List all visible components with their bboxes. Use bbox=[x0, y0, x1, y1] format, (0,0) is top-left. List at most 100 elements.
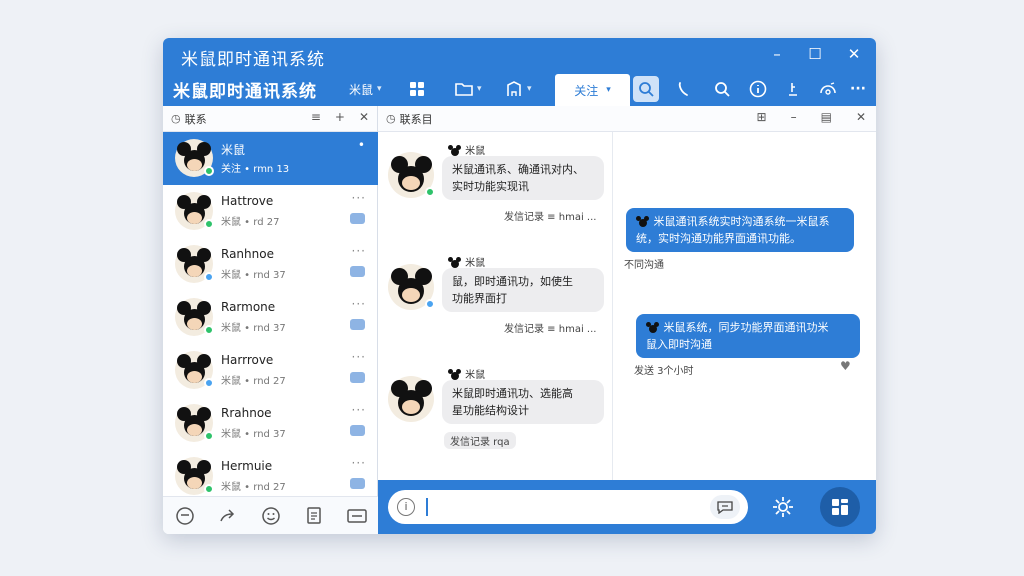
toolbar-pin-button[interactable] bbox=[783, 78, 805, 100]
status-dot bbox=[204, 325, 214, 335]
grid-view-icon[interactable]: ⊞ bbox=[757, 110, 767, 124]
message-badge-icon bbox=[350, 319, 365, 330]
toolbar-folder[interactable]: ▾ bbox=[455, 76, 482, 102]
contact-more-icon[interactable]: ··· bbox=[352, 403, 366, 417]
contact-name: Hermuie bbox=[221, 459, 273, 473]
contact-more-icon[interactable]: ··· bbox=[352, 350, 366, 364]
more-icon[interactable]: ··· bbox=[847, 78, 869, 100]
toolbar-search-button[interactable] bbox=[633, 76, 659, 102]
message-text: 米鼠系统，同步功能界面通讯功米 bbox=[660, 321, 829, 334]
close-panel-button[interactable]: ✕ bbox=[359, 110, 369, 124]
toolbar-info-button[interactable] bbox=[747, 78, 769, 100]
sender-tag: 米鼠 bbox=[448, 366, 485, 381]
toolbar-settings-button[interactable] bbox=[817, 78, 839, 100]
magnifier-icon bbox=[715, 82, 730, 97]
info-icon[interactable]: i bbox=[397, 498, 415, 516]
incoming-message[interactable]: 米鼠即时通讯功、选能高 星功能结构设计 bbox=[442, 380, 604, 424]
message-input-box: i bbox=[388, 490, 748, 524]
contact-item[interactable]: 米鼠 关注 • rmn 13 • bbox=[163, 132, 378, 185]
toolbar-building[interactable]: ▾ bbox=[505, 76, 532, 102]
contact-item[interactable]: Ranhnoe 米鼠 • rnd 37 ··· bbox=[163, 238, 378, 291]
close-chat-button[interactable]: ✕ bbox=[856, 110, 866, 124]
contact-item[interactable]: Rarmone 米鼠 • rnd 37 ··· bbox=[163, 291, 378, 344]
maximize-button[interactable]: ☐ bbox=[804, 44, 826, 64]
minimize-button[interactable]: – bbox=[766, 44, 788, 64]
status-dot bbox=[425, 187, 435, 197]
outgoing-message[interactable]: 米鼠系统，同步功能界面通讯功米 鼠入即时沟通 bbox=[636, 314, 860, 358]
chevron-down-icon: ▾ bbox=[606, 85, 611, 95]
status-dot bbox=[204, 166, 214, 176]
avatar bbox=[388, 264, 435, 310]
image-icon[interactable] bbox=[346, 505, 368, 527]
message-meta: 发信记录 rqa bbox=[444, 432, 516, 449]
title-bar: 米鼠即时通讯系统 – ☐ ✕ 米鼠即时通讯系统 米鼠 ▾ ▾ ▾ 关注 ▾ ··… bbox=[163, 38, 876, 106]
building-icon bbox=[507, 81, 521, 96]
message-badge-icon bbox=[350, 213, 365, 224]
message-text: 鼠，即时通讯功，如使生 bbox=[452, 275, 573, 288]
tab-follow[interactable]: 关注 ▾ bbox=[555, 74, 630, 106]
contacts-panel-title: 联系 bbox=[184, 112, 207, 126]
sort-icon[interactable]: ≡ bbox=[311, 110, 321, 124]
chevron-down-icon: ▾ bbox=[377, 84, 382, 94]
minimize-chat-button[interactable]: – bbox=[791, 110, 797, 124]
message-meta: 发信记录 ≡ hmai ... bbox=[504, 212, 597, 223]
contact-more-icon[interactable]: • bbox=[358, 138, 366, 152]
emoji-face-icon[interactable] bbox=[174, 505, 196, 527]
document-icon[interactable] bbox=[303, 505, 325, 527]
message-text: 米鼠即时通讯功、选能高 bbox=[452, 387, 573, 400]
contact-more-icon[interactable]: ··· bbox=[352, 244, 366, 258]
message-badge-icon bbox=[350, 266, 365, 277]
clock-icon: ◷ bbox=[386, 112, 396, 125]
pin-icon bbox=[789, 83, 797, 96]
avatar bbox=[388, 376, 434, 422]
contact-name: Ranhnoe bbox=[221, 247, 274, 261]
smile-icon[interactable] bbox=[260, 505, 282, 527]
share-icon[interactable] bbox=[217, 505, 239, 527]
outgoing-message[interactable]: 米鼠通讯系统实时沟通系统一米鼠系 统，实时沟通功能界面通讯功能。 bbox=[626, 208, 854, 252]
status-dot bbox=[204, 378, 214, 388]
app-title: 米鼠即时通讯系统 bbox=[173, 82, 317, 102]
text-cursor bbox=[426, 498, 428, 516]
window-icon[interactable]: ▤ bbox=[821, 110, 832, 124]
contact-name: 米鼠 bbox=[221, 143, 246, 157]
avatar bbox=[175, 245, 214, 283]
status-dot bbox=[425, 299, 435, 309]
toolbar-call-button[interactable] bbox=[673, 78, 695, 100]
chat-area: ◷ 联系目 ⊞ – ▤ ✕ 米鼠 米鼠通讯系、确通讯对内、 实时功能实现讯发信记录 … bbox=[378, 106, 876, 480]
chat-title: 联系目 bbox=[399, 112, 433, 126]
apps-button[interactable] bbox=[820, 487, 860, 527]
toolbar-grid[interactable] bbox=[409, 76, 425, 102]
contact-more-icon[interactable]: ··· bbox=[352, 191, 366, 205]
contact-item[interactable]: Rrahnoe 米鼠 • rnd 37 ··· bbox=[163, 397, 378, 450]
toolbar-menu-mishu[interactable]: 米鼠 ▾ bbox=[349, 76, 382, 102]
clock-icon: ◷ bbox=[171, 112, 181, 125]
status-dot bbox=[204, 431, 214, 441]
tab-follow-label: 关注 bbox=[574, 83, 599, 98]
heart-icon[interactable]: ♥ bbox=[840, 359, 851, 373]
contact-item[interactable]: Harrrove 米鼠 • rnd 27 ··· bbox=[163, 344, 378, 397]
contact-more-icon[interactable]: ··· bbox=[352, 456, 366, 470]
window-title: 米鼠即时通讯系统 bbox=[181, 50, 325, 70]
settings-icon bbox=[820, 82, 836, 95]
message-text: 实时功能实现讯 bbox=[452, 180, 529, 193]
incoming-message[interactable]: 米鼠通讯系、确通讯对内、 实时功能实现讯 bbox=[442, 156, 604, 200]
send-button[interactable] bbox=[710, 495, 740, 519]
message-input[interactable] bbox=[432, 496, 702, 518]
message-text: 米鼠通讯系统实时沟通系统一米鼠系 bbox=[650, 215, 830, 228]
add-contact-button[interactable]: + bbox=[335, 110, 345, 124]
toolbar-menu-label: 米鼠 bbox=[349, 82, 374, 97]
info-icon bbox=[749, 80, 767, 98]
contact-name: Rarmone bbox=[221, 300, 276, 314]
sender-tag: 米鼠 bbox=[448, 254, 485, 269]
settings-gear-button[interactable] bbox=[770, 494, 796, 520]
apps-icon bbox=[832, 499, 848, 515]
close-button[interactable]: ✕ bbox=[843, 44, 865, 64]
message-badge-icon bbox=[350, 425, 365, 436]
phone-icon bbox=[678, 82, 688, 96]
contact-more-icon[interactable]: ··· bbox=[352, 297, 366, 311]
incoming-message[interactable]: 鼠，即时通讯功，如使生 功能界面打 bbox=[442, 268, 604, 312]
message-badge-icon bbox=[350, 478, 365, 489]
contact-item[interactable]: Hattrove 米鼠 • rd 27 ··· bbox=[163, 185, 378, 238]
message-meta: 发信记录 ≡ hmai ... bbox=[504, 324, 597, 335]
toolbar-magnifier-button[interactable] bbox=[711, 78, 733, 100]
